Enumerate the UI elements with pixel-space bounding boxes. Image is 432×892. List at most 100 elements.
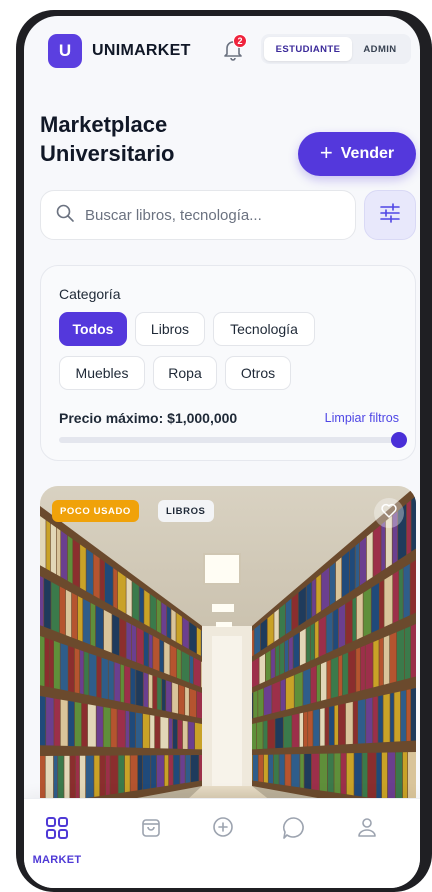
- book-spine: [379, 580, 384, 630]
- book-spine: [182, 617, 189, 649]
- book-spine: [274, 608, 279, 642]
- book-spine: [363, 588, 371, 637]
- book-spine: [349, 546, 355, 593]
- book-spine: [167, 606, 171, 639]
- book-spine: [300, 754, 304, 789]
- condition-badge: POCO USADO: [52, 500, 139, 522]
- role-toggle: ESTUDIANTE ADMIN: [261, 34, 411, 64]
- book-spine: [321, 661, 327, 701]
- book-spine: [390, 692, 394, 742]
- book-spine: [342, 551, 350, 598]
- book-spine: [333, 608, 339, 651]
- category-chip-ropa[interactable]: Ropa: [153, 356, 217, 390]
- book-spine: [329, 706, 334, 746]
- book-spine: [334, 705, 339, 745]
- nav-profile[interactable]: [342, 815, 392, 844]
- book-spine: [259, 653, 266, 685]
- book-spine: [160, 716, 169, 749]
- logo[interactable]: U: [48, 34, 82, 68]
- book-spine: [68, 700, 75, 747]
- book-spine: [303, 668, 311, 706]
- book-spine: [75, 755, 80, 800]
- book-spine: [346, 753, 354, 796]
- category-chip-tecnologia[interactable]: Tecnología: [213, 312, 315, 346]
- book-spine: [356, 593, 363, 640]
- book-spine: [53, 640, 60, 690]
- category-chip-libros[interactable]: Libros: [135, 312, 205, 346]
- max-price-label: Precio máximo: $1,000,000: [59, 410, 238, 426]
- book-spine: [56, 527, 61, 577]
- book-spine: [291, 593, 298, 631]
- book-spine: [286, 675, 294, 710]
- book-spine: [189, 655, 194, 685]
- category-chip-otros[interactable]: Otros: [225, 356, 291, 390]
- book-spine: [406, 689, 411, 741]
- book-spine: [196, 691, 202, 719]
- nav-chat[interactable]: [269, 815, 319, 846]
- book-spine: [168, 755, 173, 786]
- plus-circle-icon: [211, 815, 235, 844]
- sell-button[interactable]: + Vender: [298, 132, 416, 176]
- book-spine: [279, 754, 285, 786]
- price-slider-thumb[interactable]: [391, 432, 407, 448]
- book-spine: [195, 722, 202, 750]
- book-spine: [130, 667, 136, 705]
- book-spine: [150, 594, 157, 631]
- book-spine: [105, 755, 110, 796]
- book-spine: [279, 603, 286, 639]
- book-spine: [51, 582, 60, 633]
- book-spine: [162, 678, 166, 711]
- book-spine: [181, 651, 190, 683]
- book-spine: [341, 753, 347, 795]
- book-spine: [46, 520, 51, 571]
- book-spine: [58, 755, 64, 803]
- category-chip-todos[interactable]: Todos: [59, 312, 127, 346]
- nav-bag[interactable]: [126, 815, 176, 844]
- book-spine: [283, 715, 292, 748]
- book-spine: [329, 562, 336, 606]
- book-spine: [359, 537, 367, 586]
- book-spine: [406, 500, 411, 555]
- book-spine: [387, 752, 395, 802]
- book-spine: [152, 675, 157, 710]
- role-student-button[interactable]: ESTUDIANTE: [264, 37, 352, 61]
- book-spine: [265, 650, 271, 682]
- category-chip-muebles[interactable]: Muebles: [59, 356, 145, 390]
- user-icon: [355, 815, 379, 844]
- filter-toggle-button[interactable]: [364, 190, 416, 240]
- book-spine: [83, 598, 90, 645]
- book-spine: [143, 672, 149, 708]
- book-spine: [365, 642, 373, 690]
- book-spine: [100, 558, 105, 602]
- bottom-nav: MARKET: [24, 798, 420, 888]
- book-spine: [352, 597, 357, 642]
- book-spine: [310, 665, 317, 704]
- product-card[interactable]: POCO USADO LIBROS: [40, 486, 416, 816]
- book-spine: [319, 616, 326, 657]
- favorite-button[interactable]: [374, 498, 404, 528]
- book-spine: [256, 721, 263, 750]
- book-spine: [94, 755, 100, 797]
- book-spine: [130, 755, 138, 792]
- book-spine: [280, 642, 285, 675]
- nav-create[interactable]: [198, 815, 248, 844]
- book-spine: [373, 525, 381, 577]
- book-spine: [173, 718, 178, 749]
- clear-filters-link[interactable]: Limpiar filtros: [325, 411, 399, 425]
- book-spine: [313, 709, 320, 747]
- book-spine: [362, 752, 368, 798]
- nav-market[interactable]: MARKET: [32, 815, 82, 866]
- price-slider[interactable]: [59, 432, 407, 448]
- book-spine: [177, 719, 183, 749]
- book-spine: [173, 755, 180, 785]
- book-spine: [61, 530, 68, 581]
- book-spine: [371, 583, 379, 633]
- book-spine: [263, 754, 268, 783]
- book-spine: [407, 752, 416, 805]
- book-spine: [40, 696, 46, 746]
- book-spine: [67, 535, 73, 584]
- search-input[interactable]: [85, 206, 345, 224]
- heart-icon: [381, 503, 397, 523]
- book-spine: [410, 624, 416, 678]
- role-admin-button[interactable]: ADMIN: [352, 37, 408, 61]
